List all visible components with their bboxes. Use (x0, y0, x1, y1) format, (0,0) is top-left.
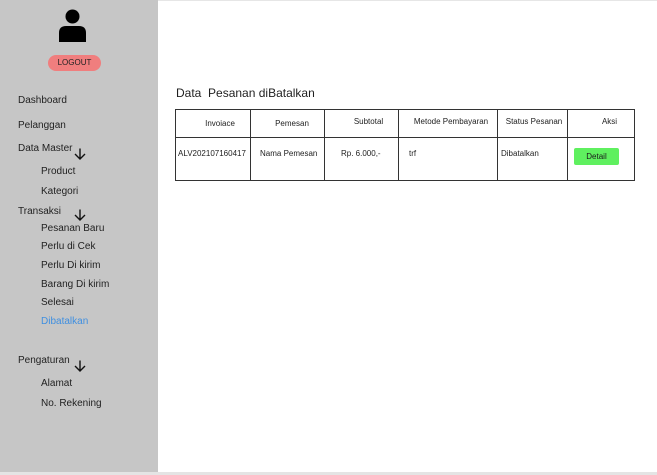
sidebar-item-perlu-di-kirim[interactable]: Perlu Di kirim (41, 260, 100, 271)
column-header: Invoiace (175, 109, 251, 138)
arrow-down-icon[interactable] (74, 209, 86, 221)
sidebar-item-pelanggan[interactable]: Pelanggan (18, 120, 66, 131)
orders-table: Invoiace Pemesan Subtotal Metode Pembaya… (175, 109, 635, 181)
invoice-cell: ALV202107160417 (175, 137, 251, 181)
top-border (158, 0, 657, 1)
detail-button[interactable]: Detail (574, 148, 619, 165)
sidebar-item-perlu-di-cek[interactable]: Perlu di Cek (41, 241, 95, 252)
page-title: Data Pesanan diBatalkan (176, 86, 315, 100)
sidebar-item-data-master[interactable]: Data Master (18, 143, 72, 154)
sidebar-item-barang-di-kirim[interactable]: Barang Di kirim (41, 279, 109, 290)
sidebar-item-no-rekening[interactable]: No. Rekening (41, 398, 102, 409)
sidebar-item-pengaturan[interactable]: Pengaturan (18, 355, 70, 366)
sidebar-item-selesai[interactable]: Selesai (41, 297, 74, 308)
table-row: ALV202107160417 Nama Pemesan Rp. 6.000,-… (175, 137, 635, 181)
arrow-down-icon[interactable] (74, 360, 86, 372)
column-header: Aksi (567, 109, 635, 138)
logout-button[interactable]: LOGOUT (48, 55, 101, 71)
sidebar-item-transaksi[interactable]: Transaksi (18, 206, 61, 217)
status-cell: Dibatalkan (497, 137, 568, 181)
metode-cell: trf (398, 137, 498, 181)
sidebar: LOGOUT Dashboard Pelanggan Data Master P… (0, 0, 158, 472)
sidebar-item-pesanan-baru[interactable]: Pesanan Baru (41, 223, 104, 234)
table-header-row: Invoiace Pemesan Subtotal Metode Pembaya… (175, 109, 635, 138)
pemesan-cell: Nama Pemesan (250, 137, 325, 181)
aksi-cell: Detail (567, 137, 635, 181)
arrow-down-icon[interactable] (74, 148, 86, 160)
column-header: Subtotal (324, 109, 399, 138)
sidebar-item-dibatalkan[interactable]: Dibatalkan (41, 316, 88, 327)
column-header: Pemesan (250, 109, 325, 138)
subtotal-cell: Rp. 6.000,- (324, 137, 399, 181)
sidebar-item-dashboard[interactable]: Dashboard (18, 95, 67, 106)
user-avatar-icon (59, 9, 86, 42)
sidebar-item-alamat[interactable]: Alamat (41, 378, 72, 389)
column-header: Status Pesanan (497, 109, 568, 138)
sidebar-item-kategori[interactable]: Kategori (41, 186, 78, 197)
sidebar-item-product[interactable]: Product (41, 166, 75, 177)
column-header: Metode Pembayaran (398, 109, 498, 138)
